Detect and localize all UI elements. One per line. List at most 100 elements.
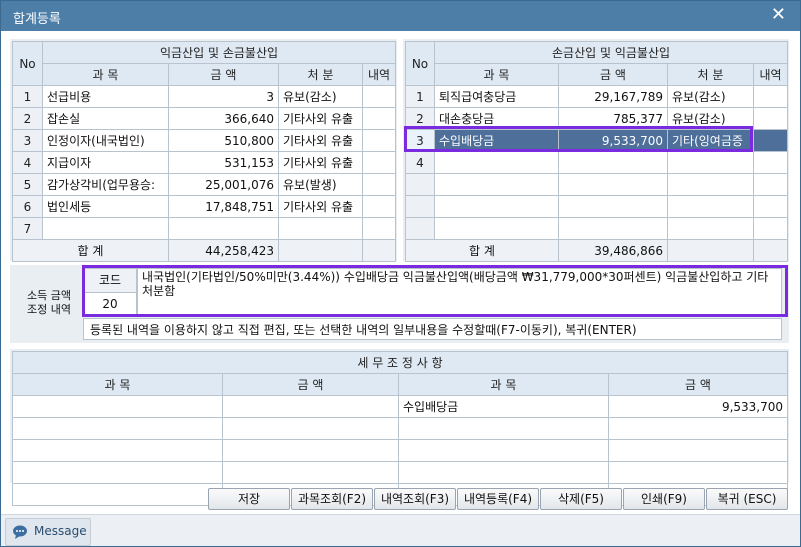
table-row[interactable] — [405, 173, 789, 196]
message-button[interactable]: Message — [5, 518, 91, 546]
row-disposal[interactable] — [278, 217, 363, 240]
row-subject[interactable] — [434, 173, 559, 196]
row-subject2[interactable] — [398, 461, 609, 484]
row-detail[interactable] — [361, 151, 397, 174]
table-row[interactable] — [405, 217, 789, 240]
row-detail[interactable] — [752, 85, 789, 108]
row-amount1[interactable] — [222, 395, 399, 418]
row-subject[interactable] — [434, 217, 559, 240]
row-detail[interactable] — [361, 129, 397, 152]
row-amount[interactable] — [558, 151, 668, 174]
print-button[interactable]: 인쇄(F9) — [623, 488, 705, 510]
row-detail[interactable] — [361, 217, 397, 240]
row-subject[interactable]: 선급비용 — [42, 85, 169, 108]
row-detail[interactable] — [752, 107, 789, 130]
row-amount[interactable] — [558, 173, 668, 196]
row-disposal[interactable] — [667, 195, 754, 218]
row-disposal[interactable] — [667, 151, 754, 174]
row-detail[interactable] — [752, 173, 789, 196]
row-amount[interactable]: 785,377 — [558, 107, 668, 130]
row-disposal[interactable]: 유보(감소) — [278, 85, 363, 108]
table-row[interactable]: 2 대손충당금 785,377 유보(감소) — [405, 107, 789, 130]
row-subject1[interactable] — [12, 439, 223, 462]
row-amount1[interactable] — [222, 439, 399, 462]
row-subject1[interactable] — [12, 417, 223, 440]
table-row[interactable]: 6 법인세등 17,848,751 기타사외 유출 — [12, 195, 397, 218]
row-detail[interactable] — [361, 85, 397, 108]
delete-button[interactable]: 삭제(F5) — [540, 488, 622, 510]
row-subject2[interactable] — [398, 417, 609, 440]
row-amount[interactable] — [558, 195, 668, 218]
table-row[interactable]: 3 인정이자(내국법인) 510,800 기타사외 유출 — [12, 129, 397, 152]
row-subject2[interactable] — [398, 439, 609, 462]
row-amount[interactable]: 366,640 — [168, 107, 279, 130]
table-row[interactable]: 4 지급이자 531,153 기타사외 유출 — [12, 151, 397, 174]
row-detail[interactable] — [361, 107, 397, 130]
row-amount[interactable]: 17,848,751 — [168, 195, 279, 218]
row-disposal[interactable]: 기타사외 유출 — [278, 195, 363, 218]
row-detail[interactable] — [361, 173, 397, 196]
row-disposal[interactable]: 유보(감소) — [667, 107, 754, 130]
row-subject[interactable]: 법인세등 — [42, 195, 169, 218]
row-subject[interactable]: 지급이자 — [42, 151, 169, 174]
row-detail[interactable] — [752, 217, 789, 240]
code-value[interactable]: 20 — [83, 292, 137, 317]
row-subject[interactable]: 수입배당금 — [434, 129, 559, 152]
row-amount2[interactable]: 9,533,700 — [607, 395, 789, 418]
close-icon[interactable]: ✕ — [771, 4, 786, 25]
row-amount[interactable]: 25,001,076 — [168, 173, 279, 196]
row-subject[interactable]: 인정이자(내국법인) — [42, 129, 169, 152]
table-row[interactable]: 2 잡손실 366,640 기타사외 유출 — [12, 107, 397, 130]
row-subject1[interactable] — [12, 395, 223, 418]
row-disposal[interactable]: 기타사외 유출 — [278, 151, 363, 174]
table-row[interactable]: 1 퇴직급여충당금 29,167,789 유보(감소) — [405, 85, 789, 108]
row-disposal[interactable]: 기타사외 유출 — [278, 129, 363, 152]
row-amount2[interactable] — [607, 439, 789, 462]
row-amount2[interactable] — [607, 417, 789, 440]
row-detail[interactable] — [752, 151, 789, 174]
row-detail[interactable] — [361, 195, 397, 218]
row-subject[interactable]: 감가상각비(업무용승: — [42, 173, 169, 196]
row-amount[interactable]: 531,153 — [168, 151, 279, 174]
selected-table-row[interactable]: 3 수입배당금 9,533,700 기타(잉여금증 — [405, 129, 789, 152]
row-subject[interactable]: 대손충당금 — [434, 107, 559, 130]
detail-register-button[interactable]: 내역등록(F4) — [457, 488, 539, 510]
table-row[interactable]: 1 선급비용 3 유보(감소) — [12, 85, 397, 108]
table-row[interactable]: 4 — [405, 151, 789, 174]
row-disposal[interactable] — [667, 173, 754, 196]
row-disposal[interactable] — [667, 217, 754, 240]
table-row[interactable] — [12, 439, 789, 462]
table-row[interactable] — [12, 461, 789, 484]
table-row[interactable]: 7 — [12, 217, 397, 240]
row-subject[interactable] — [42, 217, 169, 240]
row-amount[interactable]: 29,167,789 — [558, 85, 668, 108]
row-amount[interactable]: 510,800 — [168, 129, 279, 152]
row-subject1[interactable] — [12, 483, 223, 506]
row-amount1[interactable] — [222, 417, 399, 440]
row-subject[interactable]: 퇴직급여충당금 — [434, 85, 559, 108]
row-subject1[interactable] — [12, 461, 223, 484]
save-button[interactable]: 저장 — [208, 488, 290, 510]
row-amount[interactable] — [168, 217, 279, 240]
row-disposal[interactable]: 기타사외 유출 — [278, 107, 363, 130]
row-disposal[interactable]: 유보(발생) — [278, 173, 363, 196]
row-disposal[interactable]: 기타(잉여금증 — [667, 129, 754, 152]
row-amount[interactable] — [558, 217, 668, 240]
table-row[interactable]: 수입배당금 9,533,700 — [12, 395, 789, 418]
row-amount2[interactable] — [607, 461, 789, 484]
row-amount[interactable]: 3 — [168, 85, 279, 108]
adjustment-description[interactable]: 내국법인(기타법인/50%미만(3.44%)) 수입배당금 익금불산입액(배당금… — [137, 268, 782, 315]
row-amount[interactable]: 9,533,700 — [558, 129, 668, 152]
row-subject[interactable] — [434, 195, 559, 218]
return-button[interactable]: 복귀 (ESC) — [706, 488, 788, 510]
row-subject[interactable] — [434, 151, 559, 174]
row-disposal[interactable]: 유보(감소) — [667, 85, 754, 108]
row-subject2[interactable]: 수입배당금 — [398, 395, 609, 418]
row-detail[interactable] — [752, 195, 789, 218]
table-row[interactable] — [12, 417, 789, 440]
detail-lookup-button[interactable]: 내역조회(F3) — [374, 488, 456, 510]
row-subject[interactable]: 잡손실 — [42, 107, 169, 130]
row-amount1[interactable] — [222, 461, 399, 484]
row-detail[interactable] — [752, 129, 789, 152]
table-row[interactable]: 5 감가상각비(업무용승: 25,001,076 유보(발생) — [12, 173, 397, 196]
